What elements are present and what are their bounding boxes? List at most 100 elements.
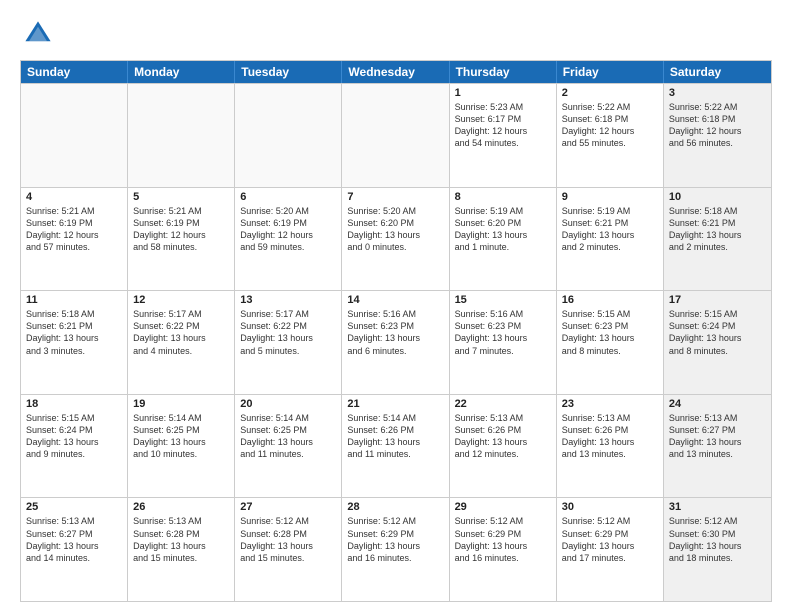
day-number: 7 xyxy=(347,191,443,203)
calendar-cell-30: 30 Sunrise: 5:12 AM Sunset: 6:29 PM Dayli… xyxy=(557,498,664,601)
calendar-cell-18: 18 Sunrise: 5:15 AM Sunset: 6:24 PM Dayli… xyxy=(21,395,128,498)
day-number: 13 xyxy=(240,294,336,306)
day-number: 10 xyxy=(669,191,766,203)
cell-info: Sunrise: 5:18 AM Sunset: 6:21 PM Dayligh… xyxy=(669,205,766,254)
calendar-row-3: 18 Sunrise: 5:15 AM Sunset: 6:24 PM Dayli… xyxy=(21,394,771,498)
calendar-cell-empty-0-0 xyxy=(21,84,128,187)
day-number: 27 xyxy=(240,501,336,513)
day-number: 11 xyxy=(26,294,122,306)
calendar-cell-7: 7 Sunrise: 5:20 AM Sunset: 6:20 PM Daylig… xyxy=(342,188,449,291)
day-number: 30 xyxy=(562,501,658,513)
day-number: 19 xyxy=(133,398,229,410)
calendar-cell-21: 21 Sunrise: 5:14 AM Sunset: 6:26 PM Dayli… xyxy=(342,395,449,498)
page: SundayMondayTuesdayWednesdayThursdayFrid… xyxy=(0,0,792,612)
day-number: 16 xyxy=(562,294,658,306)
cell-info: Sunrise: 5:12 AM Sunset: 6:29 PM Dayligh… xyxy=(347,515,443,564)
header-cell-wednesday: Wednesday xyxy=(342,61,449,83)
day-number: 31 xyxy=(669,501,766,513)
cell-info: Sunrise: 5:13 AM Sunset: 6:28 PM Dayligh… xyxy=(133,515,229,564)
day-number: 20 xyxy=(240,398,336,410)
calendar-cell-20: 20 Sunrise: 5:14 AM Sunset: 6:25 PM Dayli… xyxy=(235,395,342,498)
calendar-cell-10: 10 Sunrise: 5:18 AM Sunset: 6:21 PM Dayli… xyxy=(664,188,771,291)
day-number: 2 xyxy=(562,87,658,99)
calendar-cell-empty-0-2 xyxy=(235,84,342,187)
calendar-cell-17: 17 Sunrise: 5:15 AM Sunset: 6:24 PM Dayli… xyxy=(664,291,771,394)
calendar-cell-31: 31 Sunrise: 5:12 AM Sunset: 6:30 PM Dayli… xyxy=(664,498,771,601)
cell-info: Sunrise: 5:13 AM Sunset: 6:27 PM Dayligh… xyxy=(669,412,766,461)
day-number: 28 xyxy=(347,501,443,513)
day-number: 12 xyxy=(133,294,229,306)
calendar-cell-16: 16Sunrise: 5:15 AM Sunset: 6:23 PM Dayli… xyxy=(557,291,664,394)
logo-icon xyxy=(20,16,56,52)
cell-info: Sunrise: 5:23 AM Sunset: 6:17 PM Dayligh… xyxy=(455,101,551,150)
cell-info: Sunrise: 5:17 AM Sunset: 6:22 PM Dayligh… xyxy=(240,308,336,357)
calendar-cell-25: 25Sunrise: 5:13 AM Sunset: 6:27 PM Dayli… xyxy=(21,498,128,601)
cell-info: Sunrise: 5:14 AM Sunset: 6:25 PM Dayligh… xyxy=(133,412,229,461)
day-number: 15 xyxy=(455,294,551,306)
cell-info: Sunrise: 5:12 AM Sunset: 6:28 PM Dayligh… xyxy=(240,515,336,564)
cell-info: Sunrise: 5:21 AM Sunset: 6:19 PM Dayligh… xyxy=(133,205,229,254)
cell-info: Sunrise: 5:19 AM Sunset: 6:20 PM Dayligh… xyxy=(455,205,551,254)
calendar-cell-26: 26Sunrise: 5:13 AM Sunset: 6:28 PM Dayli… xyxy=(128,498,235,601)
cell-info: Sunrise: 5:13 AM Sunset: 6:27 PM Dayligh… xyxy=(26,515,122,564)
day-number: 21 xyxy=(347,398,443,410)
calendar-cell-22: 22 Sunrise: 5:13 AM Sunset: 6:26 PM Dayli… xyxy=(450,395,557,498)
calendar-cell-empty-0-3 xyxy=(342,84,449,187)
header xyxy=(20,16,772,52)
calendar-row-4: 25Sunrise: 5:13 AM Sunset: 6:27 PM Dayli… xyxy=(21,497,771,601)
cell-info: Sunrise: 5:20 AM Sunset: 6:20 PM Dayligh… xyxy=(347,205,443,254)
cell-info: Sunrise: 5:16 AM Sunset: 6:23 PM Dayligh… xyxy=(455,308,551,357)
cell-info: Sunrise: 5:16 AM Sunset: 6:23 PM Dayligh… xyxy=(347,308,443,357)
cell-info: Sunrise: 5:13 AM Sunset: 6:26 PM Dayligh… xyxy=(455,412,551,461)
header-cell-friday: Friday xyxy=(557,61,664,83)
header-cell-thursday: Thursday xyxy=(450,61,557,83)
calendar-cell-empty-0-1 xyxy=(128,84,235,187)
cell-info: Sunrise: 5:15 AM Sunset: 6:24 PM Dayligh… xyxy=(669,308,766,357)
day-number: 14 xyxy=(347,294,443,306)
calendar-body: 1Sunrise: 5:23 AM Sunset: 6:17 PM Daylig… xyxy=(21,83,771,601)
cell-info: Sunrise: 5:22 AM Sunset: 6:18 PM Dayligh… xyxy=(669,101,766,150)
day-number: 9 xyxy=(562,191,658,203)
calendar-cell-12: 12 Sunrise: 5:17 AM Sunset: 6:22 PM Dayli… xyxy=(128,291,235,394)
calendar-cell-3: 3 Sunrise: 5:22 AM Sunset: 6:18 PM Daylig… xyxy=(664,84,771,187)
calendar-row-1: 4 Sunrise: 5:21 AM Sunset: 6:19 PM Daylig… xyxy=(21,187,771,291)
cell-info: Sunrise: 5:19 AM Sunset: 6:21 PM Dayligh… xyxy=(562,205,658,254)
day-number: 24 xyxy=(669,398,766,410)
cell-info: Sunrise: 5:12 AM Sunset: 6:29 PM Dayligh… xyxy=(562,515,658,564)
cell-info: Sunrise: 5:14 AM Sunset: 6:26 PM Dayligh… xyxy=(347,412,443,461)
calendar-cell-13: 13 Sunrise: 5:17 AM Sunset: 6:22 PM Dayli… xyxy=(235,291,342,394)
cell-info: Sunrise: 5:14 AM Sunset: 6:25 PM Dayligh… xyxy=(240,412,336,461)
cell-info: Sunrise: 5:13 AM Sunset: 6:26 PM Dayligh… xyxy=(562,412,658,461)
calendar-cell-2: 2 Sunrise: 5:22 AM Sunset: 6:18 PM Daylig… xyxy=(557,84,664,187)
calendar-cell-1: 1Sunrise: 5:23 AM Sunset: 6:17 PM Daylig… xyxy=(450,84,557,187)
calendar-cell-11: 11 Sunrise: 5:18 AM Sunset: 6:21 PM Dayli… xyxy=(21,291,128,394)
header-cell-tuesday: Tuesday xyxy=(235,61,342,83)
cell-info: Sunrise: 5:22 AM Sunset: 6:18 PM Dayligh… xyxy=(562,101,658,150)
cell-info: Sunrise: 5:15 AM Sunset: 6:24 PM Dayligh… xyxy=(26,412,122,461)
calendar-cell-24: 24 Sunrise: 5:13 AM Sunset: 6:27 PM Dayli… xyxy=(664,395,771,498)
day-number: 29 xyxy=(455,501,551,513)
calendar-cell-14: 14 Sunrise: 5:16 AM Sunset: 6:23 PM Dayli… xyxy=(342,291,449,394)
day-number: 22 xyxy=(455,398,551,410)
day-number: 17 xyxy=(669,294,766,306)
calendar-cell-29: 29Sunrise: 5:12 AM Sunset: 6:29 PM Dayli… xyxy=(450,498,557,601)
calendar-cell-9: 9 Sunrise: 5:19 AM Sunset: 6:21 PM Daylig… xyxy=(557,188,664,291)
day-number: 6 xyxy=(240,191,336,203)
calendar-cell-23: 23 Sunrise: 5:13 AM Sunset: 6:26 PM Dayli… xyxy=(557,395,664,498)
day-number: 5 xyxy=(133,191,229,203)
cell-info: Sunrise: 5:12 AM Sunset: 6:30 PM Dayligh… xyxy=(669,515,766,564)
cell-info: Sunrise: 5:17 AM Sunset: 6:22 PM Dayligh… xyxy=(133,308,229,357)
header-cell-saturday: Saturday xyxy=(664,61,771,83)
cell-info: Sunrise: 5:18 AM Sunset: 6:21 PM Dayligh… xyxy=(26,308,122,357)
calendar-cell-15: 15 Sunrise: 5:16 AM Sunset: 6:23 PM Dayli… xyxy=(450,291,557,394)
day-number: 4 xyxy=(26,191,122,203)
calendar-cell-4: 4 Sunrise: 5:21 AM Sunset: 6:19 PM Daylig… xyxy=(21,188,128,291)
day-number: 18 xyxy=(26,398,122,410)
cell-info: Sunrise: 5:20 AM Sunset: 6:19 PM Dayligh… xyxy=(240,205,336,254)
cell-info: Sunrise: 5:21 AM Sunset: 6:19 PM Dayligh… xyxy=(26,205,122,254)
day-number: 23 xyxy=(562,398,658,410)
calendar-header: SundayMondayTuesdayWednesdayThursdayFrid… xyxy=(21,61,771,83)
calendar-cell-8: 8Sunrise: 5:19 AM Sunset: 6:20 PM Daylig… xyxy=(450,188,557,291)
calendar-cell-27: 27 Sunrise: 5:12 AM Sunset: 6:28 PM Dayli… xyxy=(235,498,342,601)
day-number: 3 xyxy=(669,87,766,99)
